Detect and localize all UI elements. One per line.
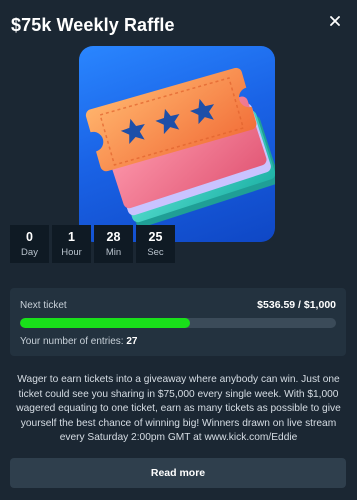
raffle-description: Wager to earn tickets into a giveaway wh… bbox=[16, 374, 341, 444]
close-button[interactable] bbox=[326, 12, 344, 30]
countdown-label: Min bbox=[105, 246, 122, 258]
entries-label: Your number of entries: bbox=[20, 336, 127, 347]
countdown-hours: 1 Hour bbox=[52, 225, 91, 263]
modal-title: $75k Weekly Raffle bbox=[11, 15, 175, 35]
countdown-value: 0 bbox=[26, 229, 33, 244]
countdown-minutes: 28 Min bbox=[94, 225, 133, 263]
next-ticket-label: Next ticket bbox=[20, 300, 67, 311]
countdown-timer: 0 Day 1 Hour 28 Min 25 Sec bbox=[10, 225, 175, 263]
ticket-progress-bar bbox=[20, 318, 336, 328]
countdown-value: 1 bbox=[68, 229, 75, 244]
raffle-artwork bbox=[79, 46, 275, 242]
ticket-progress-card: Next ticket $536.59 / $1,000 Your number… bbox=[10, 288, 346, 356]
ticket-progress-fill bbox=[20, 318, 190, 328]
close-icon bbox=[330, 16, 340, 26]
countdown-label: Sec bbox=[147, 246, 164, 258]
tickets-illustration bbox=[85, 67, 275, 228]
countdown-seconds: 25 Sec bbox=[136, 225, 175, 263]
read-more-button[interactable]: Read more bbox=[10, 458, 346, 488]
countdown-value: 28 bbox=[106, 229, 121, 244]
countdown-label: Hour bbox=[61, 246, 82, 258]
countdown-value: 25 bbox=[148, 229, 163, 244]
raffle-modal: $75k Weekly Raffle 0 Day 1 Hour 28 Min 2… bbox=[0, 0, 357, 500]
entries-count: Your number of entries: 27 bbox=[20, 336, 137, 347]
countdown-label: Day bbox=[21, 246, 38, 258]
entries-value: 27 bbox=[126, 336, 138, 347]
next-ticket-progress-value: $536.59 / $1,000 bbox=[257, 299, 336, 311]
countdown-days: 0 Day bbox=[10, 225, 49, 263]
